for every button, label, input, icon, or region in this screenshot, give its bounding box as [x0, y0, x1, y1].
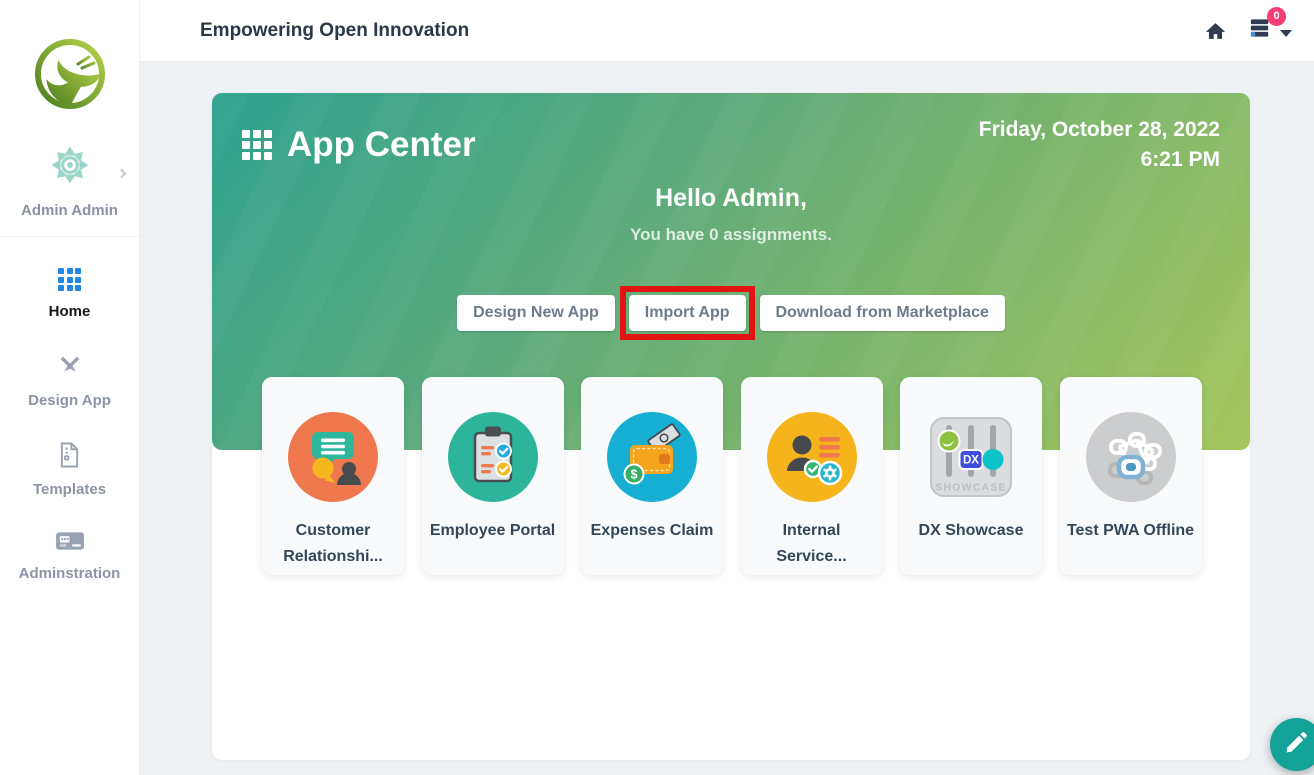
app-root: Admin Admin Home Design App [0, 0, 1314, 775]
app-card-label: Customer Relationshi... [262, 518, 404, 570]
sidebar-item-label: Design App [0, 392, 139, 409]
app-card-expenses-claim[interactable]: $ Expenses Claim [581, 377, 723, 575]
topbar-actions: 0 [1205, 17, 1292, 44]
sidebar-item-templates[interactable]: Templates [0, 425, 139, 514]
design-tools-icon [56, 352, 84, 380]
console-icon [55, 530, 85, 558]
edit-fab[interactable] [1270, 718, 1314, 771]
assignments-badge: 0 [1267, 7, 1286, 26]
date-text: Friday, October 28, 2022 [979, 115, 1220, 145]
app-card-test-pwa-offline[interactable]: Test PWA Offline [1060, 377, 1202, 575]
sidebar-item-home[interactable]: Home [0, 245, 139, 336]
app-card-customer-relationship[interactable]: Customer Relationshi... [262, 377, 404, 575]
app-card-employee-portal[interactable]: Employee Portal [422, 377, 564, 575]
dx-showcase-app-icon: DX SHOWCASE [926, 412, 1016, 502]
main-area: Empowering Open Innovation [140, 0, 1314, 775]
assignments-text: You have 0 assignments. [242, 225, 1220, 245]
inbox-menu[interactable]: 0 [1248, 17, 1292, 44]
sidebar-item-label: Adminstration [0, 565, 139, 582]
app-center-panel: App Center Friday, October 28, 2022 6:21… [212, 93, 1250, 760]
datetime: Friday, October 28, 2022 6:21 PM [979, 115, 1220, 175]
zip-file-icon [58, 441, 81, 469]
joget-logo-icon [33, 37, 107, 111]
time-text: 6:21 PM [979, 145, 1220, 175]
caret-down-icon [1280, 30, 1292, 37]
sidebar: Admin Admin Home Design App [0, 0, 140, 775]
sidebar-nav: Home Design App [0, 237, 139, 598]
internal-service-app-icon [767, 412, 857, 502]
sidebar-item-label: Templates [0, 481, 139, 498]
app-card-dx-showcase[interactable]: DX SHOWCASE DX Showcase [900, 377, 1042, 575]
banner-top: App Center Friday, October 28, 2022 6:21… [242, 115, 1220, 175]
app-card-label: Internal Service... [741, 518, 883, 570]
app-card-label: Test PWA Offline [1061, 518, 1200, 544]
svg-text:DX: DX [963, 455, 979, 467]
app-center-title: App Center [242, 125, 476, 165]
user-name: Admin Admin [0, 202, 139, 219]
greeting-text: Hello Admin, [242, 184, 1220, 213]
import-app-highlight-annotation: Import App [620, 286, 755, 340]
app-grid-icon [242, 130, 272, 160]
app-card-internal-service[interactable]: Internal Service... [741, 377, 883, 575]
banner-buttons: Design New App Import App Download from … [242, 286, 1220, 340]
customer-relationship-app-icon [288, 412, 378, 502]
user-avatar [49, 144, 91, 186]
employee-portal-app-icon [448, 412, 538, 502]
expenses-claim-app-icon: $ [607, 412, 697, 502]
sidebar-item-label: Home [0, 303, 139, 320]
design-new-app-button[interactable]: Design New App [457, 295, 615, 331]
user-menu[interactable]: Admin Admin [0, 144, 139, 219]
app-center-title-text: App Center [287, 125, 476, 165]
svg-text:$: $ [631, 468, 638, 482]
sidebar-item-administration[interactable]: Adminstration [0, 514, 139, 598]
import-app-button[interactable]: Import App [629, 295, 746, 331]
app-card-label: Employee Portal [424, 518, 561, 544]
home-icon[interactable] [1205, 21, 1226, 41]
sidebar-item-design-app[interactable]: Design App [0, 336, 139, 425]
pencil-icon [1284, 729, 1310, 760]
app-cards-row: Customer Relationshi... [212, 377, 1250, 575]
app-card-label: DX Showcase [913, 518, 1030, 544]
home-grid-icon [58, 268, 81, 296]
content-area: App Center Friday, October 28, 2022 6:21… [140, 62, 1314, 760]
app-card-label: Expenses Claim [585, 518, 720, 544]
svg-text:SHOWCASE: SHOWCASE [935, 482, 1006, 494]
test-pwa-offline-app-icon [1086, 412, 1176, 502]
chevron-right-icon [117, 169, 127, 179]
top-bar: Empowering Open Innovation [140, 0, 1314, 62]
page-title: Empowering Open Innovation [200, 20, 469, 42]
download-from-marketplace-button[interactable]: Download from Marketplace [760, 295, 1005, 331]
